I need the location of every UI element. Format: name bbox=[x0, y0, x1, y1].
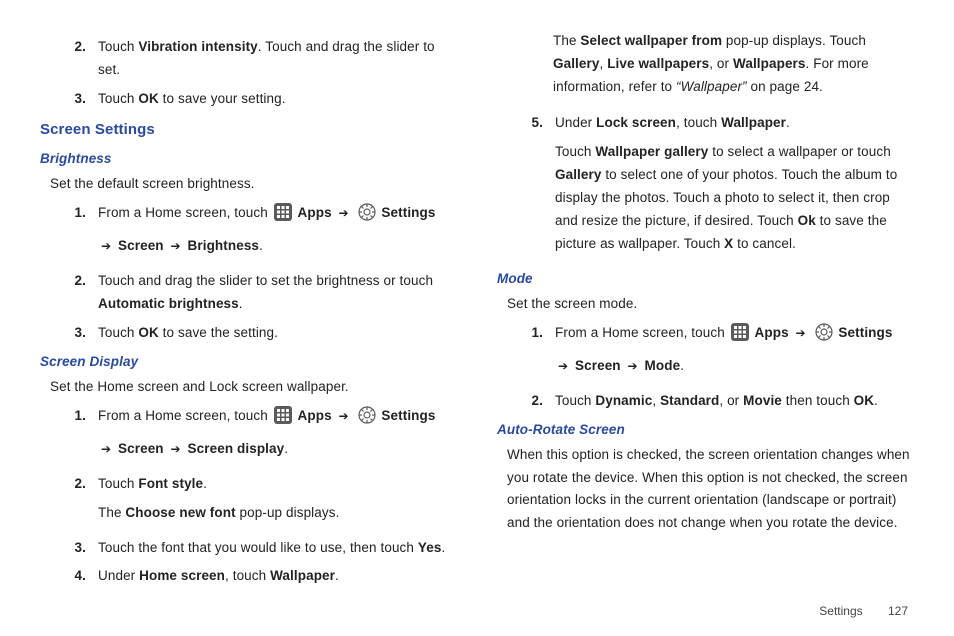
arrow-icon bbox=[168, 238, 184, 253]
step-number: 2. bbox=[517, 390, 555, 413]
step-number: 1. bbox=[60, 202, 98, 225]
step-number: 2. bbox=[60, 36, 98, 59]
arrow-icon bbox=[555, 358, 571, 373]
step-number: 3. bbox=[60, 322, 98, 345]
arrow-icon bbox=[793, 325, 809, 340]
step-number: 5. bbox=[517, 112, 555, 135]
apps-icon bbox=[274, 406, 292, 432]
apps-icon bbox=[274, 203, 292, 229]
display-steps: 1. From a Home screen, touch Apps Settin… bbox=[60, 405, 457, 589]
step-number: 1. bbox=[60, 405, 98, 428]
subheading-autorotate: Auto-Rotate Screen bbox=[497, 419, 914, 442]
heading-screen-settings: Screen Settings bbox=[40, 117, 457, 143]
display-steps-continued: 5. Under Lock screen, touch Wallpaper. T… bbox=[517, 112, 914, 262]
arrow-icon bbox=[98, 238, 114, 253]
step-number: 1. bbox=[517, 322, 555, 345]
step-text: Under Lock screen, touch Wallpaper. Touc… bbox=[555, 112, 914, 262]
step-text: Touch OK to save your setting. bbox=[98, 88, 457, 111]
brightness-steps: 1. From a Home screen, touch Apps Settin… bbox=[60, 202, 457, 345]
mode-step-2: 2. Touch Dynamic, Standard, or Movie the… bbox=[517, 390, 914, 413]
autorotate-paragraph: When this option is checked, the screen … bbox=[507, 444, 914, 536]
apps-icon bbox=[731, 323, 749, 349]
display-step-3: 3. Touch the font that you would like to… bbox=[60, 537, 457, 560]
page-footer: Settings 127 bbox=[819, 604, 908, 618]
step-number: 3. bbox=[60, 537, 98, 560]
step-number: 2. bbox=[60, 473, 98, 496]
left-column: 2. Touch Vibration intensity. Touch and … bbox=[40, 30, 457, 594]
mode-intro: Set the screen mode. bbox=[507, 293, 914, 316]
mode-step-1: 1. From a Home screen, touch Apps Settin… bbox=[517, 322, 914, 384]
brightness-intro: Set the default screen brightness. bbox=[50, 173, 457, 196]
step-number: 2. bbox=[60, 270, 98, 293]
step-text: Touch Dynamic, Standard, or Movie then t… bbox=[555, 390, 914, 413]
settings-icon bbox=[815, 323, 833, 349]
step-text: From a Home screen, touch Apps Settings … bbox=[98, 405, 457, 467]
step-number: 4. bbox=[60, 565, 98, 588]
brightness-step-3: 3. Touch OK to save the setting. bbox=[60, 322, 457, 345]
arrow-icon bbox=[625, 358, 641, 373]
right-column: The Select wallpaper from pop-up display… bbox=[497, 30, 914, 594]
brightness-step-1: 1. From a Home screen, touch Apps Settin… bbox=[60, 202, 457, 264]
footer-page-number: 127 bbox=[888, 604, 908, 618]
settings-icon bbox=[358, 406, 376, 432]
display-step-2: 2. Touch Font style. The Choose new font… bbox=[60, 473, 457, 531]
step-text: Under Home screen, touch Wallpaper. bbox=[98, 565, 457, 588]
step-number: 3. bbox=[60, 88, 98, 111]
settings-icon bbox=[358, 203, 376, 229]
display-step-5: 5. Under Lock screen, touch Wallpaper. T… bbox=[517, 112, 914, 262]
step-3: 3. Touch OK to save your setting. bbox=[60, 88, 457, 111]
step-text: From a Home screen, touch Apps Settings … bbox=[98, 202, 457, 264]
arrow-icon bbox=[336, 205, 352, 220]
prior-section-steps: 2. Touch Vibration intensity. Touch and … bbox=[60, 36, 457, 111]
arrow-icon bbox=[168, 441, 184, 456]
mode-steps: 1. From a Home screen, touch Apps Settin… bbox=[517, 322, 914, 413]
arrow-icon bbox=[336, 408, 352, 423]
manual-page: 2. Touch Vibration intensity. Touch and … bbox=[0, 0, 954, 636]
step-text: Touch Vibration intensity. Touch and dra… bbox=[98, 36, 457, 82]
display-step-1: 1. From a Home screen, touch Apps Settin… bbox=[60, 405, 457, 467]
step-text: From a Home screen, touch Apps Settings … bbox=[555, 322, 914, 384]
step-2: 2. Touch Vibration intensity. Touch and … bbox=[60, 36, 457, 82]
subheading-screen-display: Screen Display bbox=[40, 351, 457, 374]
display-step-4: 4. Under Home screen, touch Wallpaper. bbox=[60, 565, 457, 588]
subheading-brightness: Brightness bbox=[40, 148, 457, 171]
display-step-4-continued: The Select wallpaper from pop-up display… bbox=[553, 30, 914, 99]
footer-section: Settings bbox=[819, 604, 862, 618]
step-text: Touch and drag the slider to set the bri… bbox=[98, 270, 457, 316]
step-text: Touch OK to save the setting. bbox=[98, 322, 457, 345]
two-column-layout: 2. Touch Vibration intensity. Touch and … bbox=[40, 30, 914, 594]
step-text: Touch the font that you would like to us… bbox=[98, 537, 457, 560]
step-text: Touch Font style. The Choose new font po… bbox=[98, 473, 457, 531]
brightness-step-2: 2. Touch and drag the slider to set the … bbox=[60, 270, 457, 316]
display-intro: Set the Home screen and Lock screen wall… bbox=[50, 376, 457, 399]
arrow-icon bbox=[98, 441, 114, 456]
subheading-mode: Mode bbox=[497, 268, 914, 291]
